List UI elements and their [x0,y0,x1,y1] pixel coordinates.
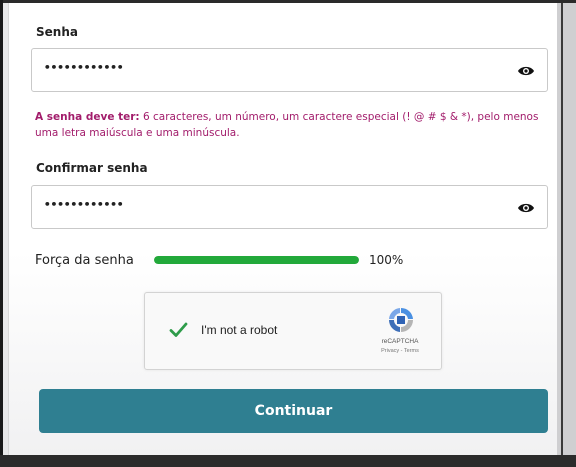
recaptcha-widget: I'm not a robot reCAPTCHA Privacy - Term… [144,292,442,370]
confirm-password-label: Confirmar senha [36,161,148,175]
strength-fill [154,256,359,264]
recaptcha-links[interactable]: Privacy - Terms [367,348,433,354]
continue-button[interactable]: Continuar [39,389,548,433]
strength-label: Força da senha [35,253,134,268]
password-value: •••••••••••• [44,61,124,74]
right-side-line [561,3,563,458]
screen-frame: Senha •••••••••••• A senha deve ter: 6 c… [0,0,576,467]
strength-bar [154,256,359,264]
password-label: Senha [36,25,78,39]
hint-prefix: A senha deve ter: [35,111,140,123]
password-form-card: Senha •••••••••••• A senha deve ter: 6 c… [8,3,558,455]
confirm-password-input[interactable]: •••••••••••• [31,185,548,229]
eye-icon[interactable] [517,200,535,214]
eye-icon[interactable] [517,63,535,77]
confirm-password-value: •••••••••••• [44,198,124,211]
password-input[interactable]: •••••••••••• [31,48,548,92]
frame-left-edge [0,0,3,467]
password-requirements-hint: A senha deve ter: 6 caracteres, um númer… [35,109,555,141]
recaptcha-label: I'm not a robot [201,323,278,337]
checkmark-icon[interactable] [168,320,188,340]
right-side-strip [557,3,576,458]
recaptcha-brand: reCAPTCHA [381,338,419,345]
strength-percent: 100% [369,253,404,267]
recaptcha-logo-icon [385,305,417,335]
frame-bottom-edge [0,455,576,467]
